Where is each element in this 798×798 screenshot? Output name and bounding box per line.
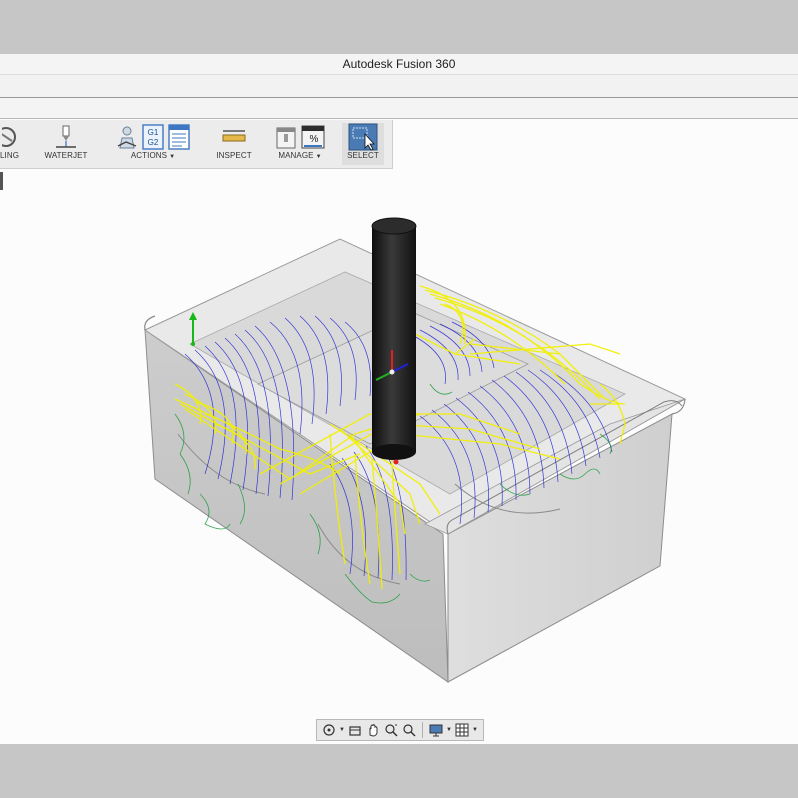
svg-text:%: %: [310, 134, 319, 145]
svg-text:G2: G2: [148, 138, 159, 147]
grid-settings-icon[interactable]: [454, 722, 470, 738]
manage-icon: %: [301, 125, 325, 149]
measure-icon: [222, 130, 246, 142]
tool-library-icon: [276, 127, 296, 149]
toolbar-select-label: SELECT: [347, 151, 379, 160]
svg-text:G1: G1: [148, 128, 159, 137]
fit-icon[interactable]: [401, 722, 417, 738]
fusion-window: Autodesk Fusion 360 LING WATERJET G1 G2 …: [0, 54, 798, 744]
window-title: Autodesk Fusion 360: [342, 57, 456, 71]
navbar-divider: [422, 722, 423, 738]
navigation-bar: ▼ ▼ ▼: [316, 719, 484, 741]
select-icon: [348, 123, 378, 151]
zoom-window-icon[interactable]: [383, 722, 399, 738]
letterbox-bottom: [0, 744, 798, 798]
title-bar: Autodesk Fusion 360: [0, 54, 798, 74]
toolbar-milling[interactable]: LING: [0, 123, 24, 165]
letterbox-top: [0, 0, 798, 54]
toolbar-manage-label: MANAGE ▼: [278, 151, 322, 160]
chevron-down-icon: ▼: [315, 154, 322, 160]
chevron-down-icon: ▼: [169, 154, 176, 160]
toolbar-actions[interactable]: G1 G2 ACTIONS ▼: [104, 123, 202, 165]
tab-strip: [0, 98, 798, 119]
setup-sheet-icon: [168, 124, 190, 150]
cam-toolbar: LING WATERJET G1 G2 ACTIONS ▼ INSPECT % …: [0, 120, 393, 169]
post-process-gcode-icon: G1 G2: [142, 124, 164, 150]
menu-strip: [0, 74, 798, 98]
waterjet-icon: [56, 125, 76, 148]
browser-collapse-handle[interactable]: [0, 172, 3, 190]
toolbar-milling-label: LING: [0, 151, 20, 160]
actions-icon: [117, 126, 137, 149]
toolbar-waterjet-label: WATERJET: [44, 151, 88, 160]
display-settings-icon[interactable]: [428, 722, 444, 738]
milling-icon: [2, 127, 16, 147]
toolbar-inspect-label: INSPECT: [216, 151, 252, 160]
chevron-down-icon[interactable]: ▼: [339, 727, 345, 733]
toolbar-inspect[interactable]: INSPECT: [210, 123, 258, 165]
toolbar-select[interactable]: SELECT: [342, 123, 384, 165]
pan-icon[interactable]: [365, 722, 381, 738]
chevron-down-icon[interactable]: ▼: [472, 727, 478, 733]
cutting-tool: [371, 217, 417, 465]
toolbar-waterjet[interactable]: WATERJET: [38, 123, 94, 165]
toolbar-actions-label: ACTIONS ▼: [130, 151, 176, 160]
orbit-icon[interactable]: [321, 722, 337, 738]
toolbar-manage[interactable]: % MANAGE ▼: [268, 123, 332, 165]
chevron-down-icon[interactable]: ▼: [446, 727, 452, 733]
look-at-icon[interactable]: [347, 722, 363, 738]
